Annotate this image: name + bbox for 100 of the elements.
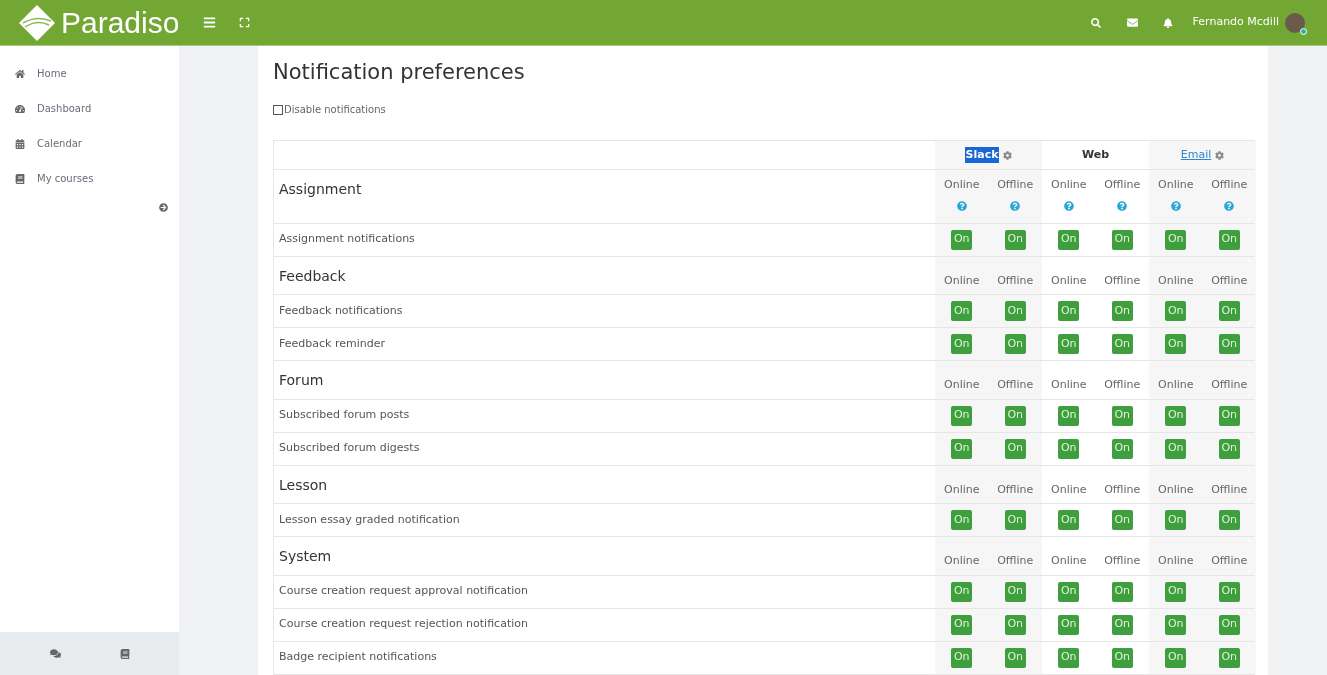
toggle-button[interactable]: On [1165,334,1187,354]
toggle-button[interactable]: On [1165,510,1187,530]
toggle-button[interactable]: On [951,229,973,250]
toggle-button[interactable]: On [1058,614,1080,635]
toggle-button[interactable]: On [1004,581,1026,602]
toggle-button[interactable]: On [1165,438,1187,459]
toggle-button[interactable]: On [1218,301,1240,321]
toggle-button[interactable]: On [1111,301,1133,321]
toggle-button[interactable]: On [1218,510,1240,530]
toggle-button[interactable]: On [1058,647,1080,668]
toggle-button[interactable]: On [1058,334,1080,354]
toggle-button[interactable]: On [951,334,973,354]
settings-icon[interactable] [1215,150,1225,160]
state-label: Online [1051,272,1087,289]
toggle-button[interactable]: On [1004,301,1026,321]
calendar-icon [15,138,25,149]
toggle-button[interactable]: On [951,647,973,668]
toggle-button[interactable]: On [1004,647,1026,668]
section-title: Lesson [279,476,328,493]
logo-icon [17,2,57,43]
help-icon[interactable] [1063,200,1074,211]
toggle-button[interactable]: On [1058,581,1080,602]
state-label: Offline [1104,272,1141,289]
sidebar-item[interactable]: My courses [0,161,179,196]
collapse-icon[interactable] [159,203,168,212]
toggle-button[interactable]: On [1111,405,1133,426]
toggle-button[interactable]: On [1058,405,1080,426]
state-label: Offline [1211,177,1248,193]
state-label: Offline [1211,481,1248,498]
toggle-button[interactable]: On [1111,229,1133,250]
toggle-button[interactable]: On [1218,229,1240,250]
toggle-button[interactable]: On [1218,438,1240,459]
book-icon[interactable] [119,648,130,659]
state-label: Online [1158,377,1194,393]
help-icon[interactable] [956,200,967,211]
toggle-button[interactable]: On [1165,229,1187,250]
toggle-button[interactable]: On [1111,647,1133,668]
checkbox-label[interactable]: Disable notifications [284,102,386,117]
state-label: Offline [997,272,1034,289]
toggle-button[interactable]: On [1165,405,1187,426]
toggle-button[interactable]: On [951,581,973,602]
section-title: Forum [279,372,324,388]
sidebar-item[interactable]: Dashboard [0,91,179,126]
processor-label: Web [1081,146,1110,163]
processor-link[interactable]: Email [1180,146,1212,164]
toggle-button[interactable]: On [1218,405,1240,426]
sidebar-item[interactable]: Calendar [0,126,179,161]
notification-label: Course creation request rejection notification [279,616,528,633]
help-icon[interactable] [1170,200,1181,211]
notification-label: Feedback reminder [279,335,385,352]
toggle-button[interactable]: On [1004,405,1026,426]
help-icon[interactable] [1224,200,1235,211]
toggle-button[interactable]: On [1004,510,1026,530]
toggle-button[interactable]: On [951,510,973,530]
avatar[interactable] [1285,12,1305,33]
help-icon[interactable] [1010,200,1021,211]
menu-icon[interactable] [203,16,216,29]
toggle-button[interactable]: On [1058,438,1080,459]
toggle-button[interactable]: On [1058,229,1080,250]
chat-icon[interactable] [49,648,61,659]
section-title: System [279,548,332,564]
toggle-button[interactable]: On [1218,647,1240,668]
toggle-button[interactable]: On [951,405,973,426]
toggle-button[interactable]: On [1218,614,1240,635]
toggle-button[interactable]: On [1058,301,1080,321]
settings-icon[interactable] [1003,150,1013,160]
toggle-button[interactable]: On [1111,581,1133,602]
toggle-button[interactable]: On [951,614,973,635]
toggle-button[interactable]: On [1004,438,1026,459]
toggle-button[interactable]: On [1004,614,1026,635]
toggle-button[interactable]: On [1111,510,1133,530]
toggle-button[interactable]: On [951,438,973,459]
toggle-button[interactable]: On [1165,581,1187,602]
user-name[interactable]: Fernando Mcdill [1192,14,1279,31]
help-icon[interactable] [1117,200,1128,211]
state-label: Offline [1104,553,1141,569]
state-label: Offline [997,553,1034,569]
notification-label: Subscribed forum digests [279,440,420,457]
section-title: Assignment [279,181,362,197]
mail-icon[interactable] [1126,17,1138,28]
toggle-button[interactable]: On [1218,334,1240,354]
toggle-button[interactable]: On [1111,438,1133,459]
toggle-button[interactable]: On [1004,229,1026,250]
toggle-button[interactable]: On [1058,510,1080,530]
bell-icon[interactable] [1162,17,1173,28]
toggle-button[interactable]: On [951,301,973,321]
search-icon[interactable] [1090,17,1101,28]
toggle-button[interactable]: On [1165,647,1187,668]
toggle-button[interactable]: On [1111,614,1133,635]
state-label: Offline [1211,377,1248,393]
toggle-button[interactable]: On [1111,334,1133,354]
state-label: Offline [1211,553,1248,569]
expand-icon[interactable] [239,17,250,28]
checkbox[interactable] [273,104,283,115]
toggle-button[interactable]: On [1165,301,1187,321]
toggle-button[interactable]: On [1218,581,1240,602]
sidebar-item[interactable]: Home [0,56,179,91]
processor-label: Slack [964,146,1000,164]
toggle-button[interactable]: On [1004,334,1026,354]
toggle-button[interactable]: On [1165,614,1187,635]
